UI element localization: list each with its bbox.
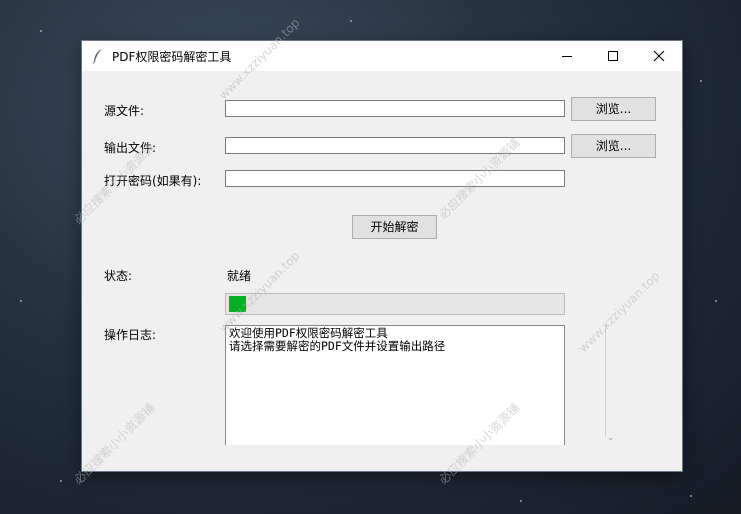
status-label: 状态:: [104, 269, 133, 283]
progress-bar-fill: [229, 296, 246, 312]
log-scrollbar[interactable]: ⌄: [605, 325, 619, 451]
app-window: PDF权限密码解密工具 源文件: 浏览... 输出文件: 浏览... 打开密码(…: [82, 41, 682, 471]
minimize-button[interactable]: [544, 41, 590, 71]
password-label: 打开密码(如果有):: [104, 174, 202, 188]
window-title: PDF权限密码解密工具: [112, 50, 232, 64]
feather-icon: [92, 49, 102, 64]
maximize-icon: [608, 51, 618, 61]
scroll-down-arrow-icon[interactable]: ⌄: [607, 433, 615, 443]
browse-output-button[interactable]: 浏览...: [571, 134, 656, 158]
close-button[interactable]: [636, 41, 682, 71]
scrollbar-track: [605, 325, 606, 437]
title-bar[interactable]: PDF权限密码解密工具: [82, 41, 682, 71]
browse-source-button[interactable]: 浏览...: [571, 97, 656, 121]
source-file-label: 源文件:: [104, 104, 145, 118]
maximize-button[interactable]: [590, 41, 636, 71]
start-decrypt-button[interactable]: 开始解密: [352, 215, 437, 239]
log-label: 操作日志:: [104, 328, 157, 342]
status-value: 就绪: [227, 269, 252, 283]
password-input[interactable]: [225, 170, 565, 187]
source-file-input[interactable]: [225, 100, 565, 117]
log-textarea[interactable]: 欢迎使用PDF权限密码解密工具 请选择需要解密的PDF文件并设置输出路径: [225, 325, 565, 445]
minimize-icon: [562, 56, 572, 57]
output-file-input[interactable]: [225, 137, 565, 154]
log-line: 请选择需要解密的PDF文件并设置输出路径: [229, 339, 446, 353]
progress-bar: [225, 293, 565, 315]
close-icon: [653, 50, 665, 62]
output-file-label: 输出文件:: [104, 141, 157, 155]
